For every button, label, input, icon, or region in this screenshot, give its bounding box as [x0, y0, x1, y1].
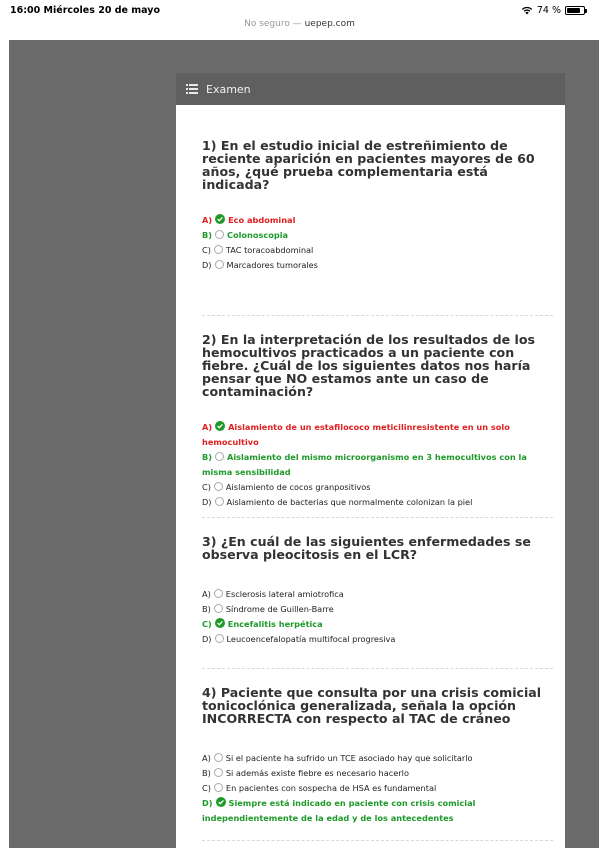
battery-icon: [565, 6, 587, 15]
check-circle-icon: [215, 214, 226, 224]
check-circle-icon: [214, 618, 225, 628]
answer-option[interactable]: A) Eco abdominal: [202, 213, 553, 228]
battery-percent: 74 %: [536, 5, 561, 16]
list-icon[interactable]: [186, 84, 198, 94]
url-prefix: No seguro —: [244, 19, 305, 29]
question-title: 2) En la interpretación de los resultado…: [202, 332, 535, 399]
question: 4) Paciente que consulta por una crisis …: [202, 669, 553, 841]
radio-button[interactable]: [213, 482, 223, 491]
exam-title: Examen: [206, 82, 251, 96]
answer-option[interactable]: C) En pacientes con sospecha de HSA es fu…: [202, 781, 553, 796]
answer-option[interactable]: D) Leucoencefalopatía multifocal progresi…: [202, 632, 553, 647]
answer-option[interactable]: D) Marcadores tumorales: [202, 258, 553, 273]
check-circle-icon: [215, 797, 226, 807]
answer-option[interactable]: D) Aislamiento de bacterias que normalmen…: [202, 495, 553, 510]
page-background-right: [575, 40, 599, 848]
radio-button[interactable]: [213, 768, 223, 777]
status-indicators: 74 %: [521, 5, 587, 16]
answer-option[interactable]: B) Aislamiento del mismo microorganismo e…: [202, 450, 553, 480]
radio-button[interactable]: [214, 260, 224, 269]
question-title: 4) Paciente que consulta por una crisis …: [202, 685, 542, 726]
question: 2) En la interpretación de los resultado…: [202, 316, 553, 518]
radio-button[interactable]: [214, 452, 224, 461]
answer-option[interactable]: C) TAC toracoabdominal: [202, 243, 553, 258]
check-circle-icon: [215, 421, 226, 431]
status-bar: 16:00 Miércoles 20 de mayo 74 % No segur…: [0, 0, 599, 34]
exam-header: Examen: [176, 73, 565, 105]
radio-button[interactable]: [213, 783, 223, 792]
questions-list: 1) En el estudio inicial de estreñimient…: [202, 105, 553, 841]
answer-option[interactable]: B) Si además existe fiebre es necesario h…: [202, 766, 553, 781]
url-host: uepep.com: [304, 19, 355, 29]
radio-button[interactable]: [214, 634, 224, 643]
radio-button[interactable]: [213, 753, 223, 762]
url-bar[interactable]: No seguro — uepep.com: [0, 19, 599, 29]
wifi-icon: [521, 6, 533, 15]
radio-button[interactable]: [214, 230, 224, 239]
answer-option[interactable]: D) Siempre está indicado en paciente con …: [202, 796, 553, 826]
question-title: 1) En el estudio inicial de estreñimient…: [202, 138, 535, 192]
radio-button[interactable]: [213, 245, 223, 254]
question: 3) ¿En cuál de las siguientes enfermedad…: [202, 518, 553, 669]
radio-button[interactable]: [213, 604, 223, 613]
answer-option[interactable]: A) Si el paciente ha sufrido un TCE asoci…: [202, 751, 553, 766]
answer-option[interactable]: C) Aislamiento de cocos granpositivos: [202, 480, 553, 495]
answer-option[interactable]: C) Encefalitis herpética: [202, 617, 553, 632]
status-time-date: 16:00 Miércoles 20 de mayo: [10, 5, 161, 16]
radio-button[interactable]: [213, 589, 223, 598]
exam-panel: Examen 1) En el estudio inicial de estre…: [166, 73, 575, 848]
question: 1) En el estudio inicial de estreñimient…: [202, 105, 553, 316]
answer-option[interactable]: B) Síndrome de Guillen-Barre: [202, 602, 553, 617]
page-background-top: [166, 40, 575, 73]
answer-option[interactable]: A) Aislamiento de un estafilococo meticil…: [202, 420, 553, 450]
answer-option[interactable]: B) Colonoscopia: [202, 228, 553, 243]
page-background-left: [9, 40, 166, 848]
answer-option[interactable]: A) Esclerosis lateral amiotrofica: [202, 587, 553, 602]
question-title: 3) ¿En cuál de las siguientes enfermedad…: [202, 534, 531, 562]
radio-button[interactable]: [214, 497, 224, 506]
